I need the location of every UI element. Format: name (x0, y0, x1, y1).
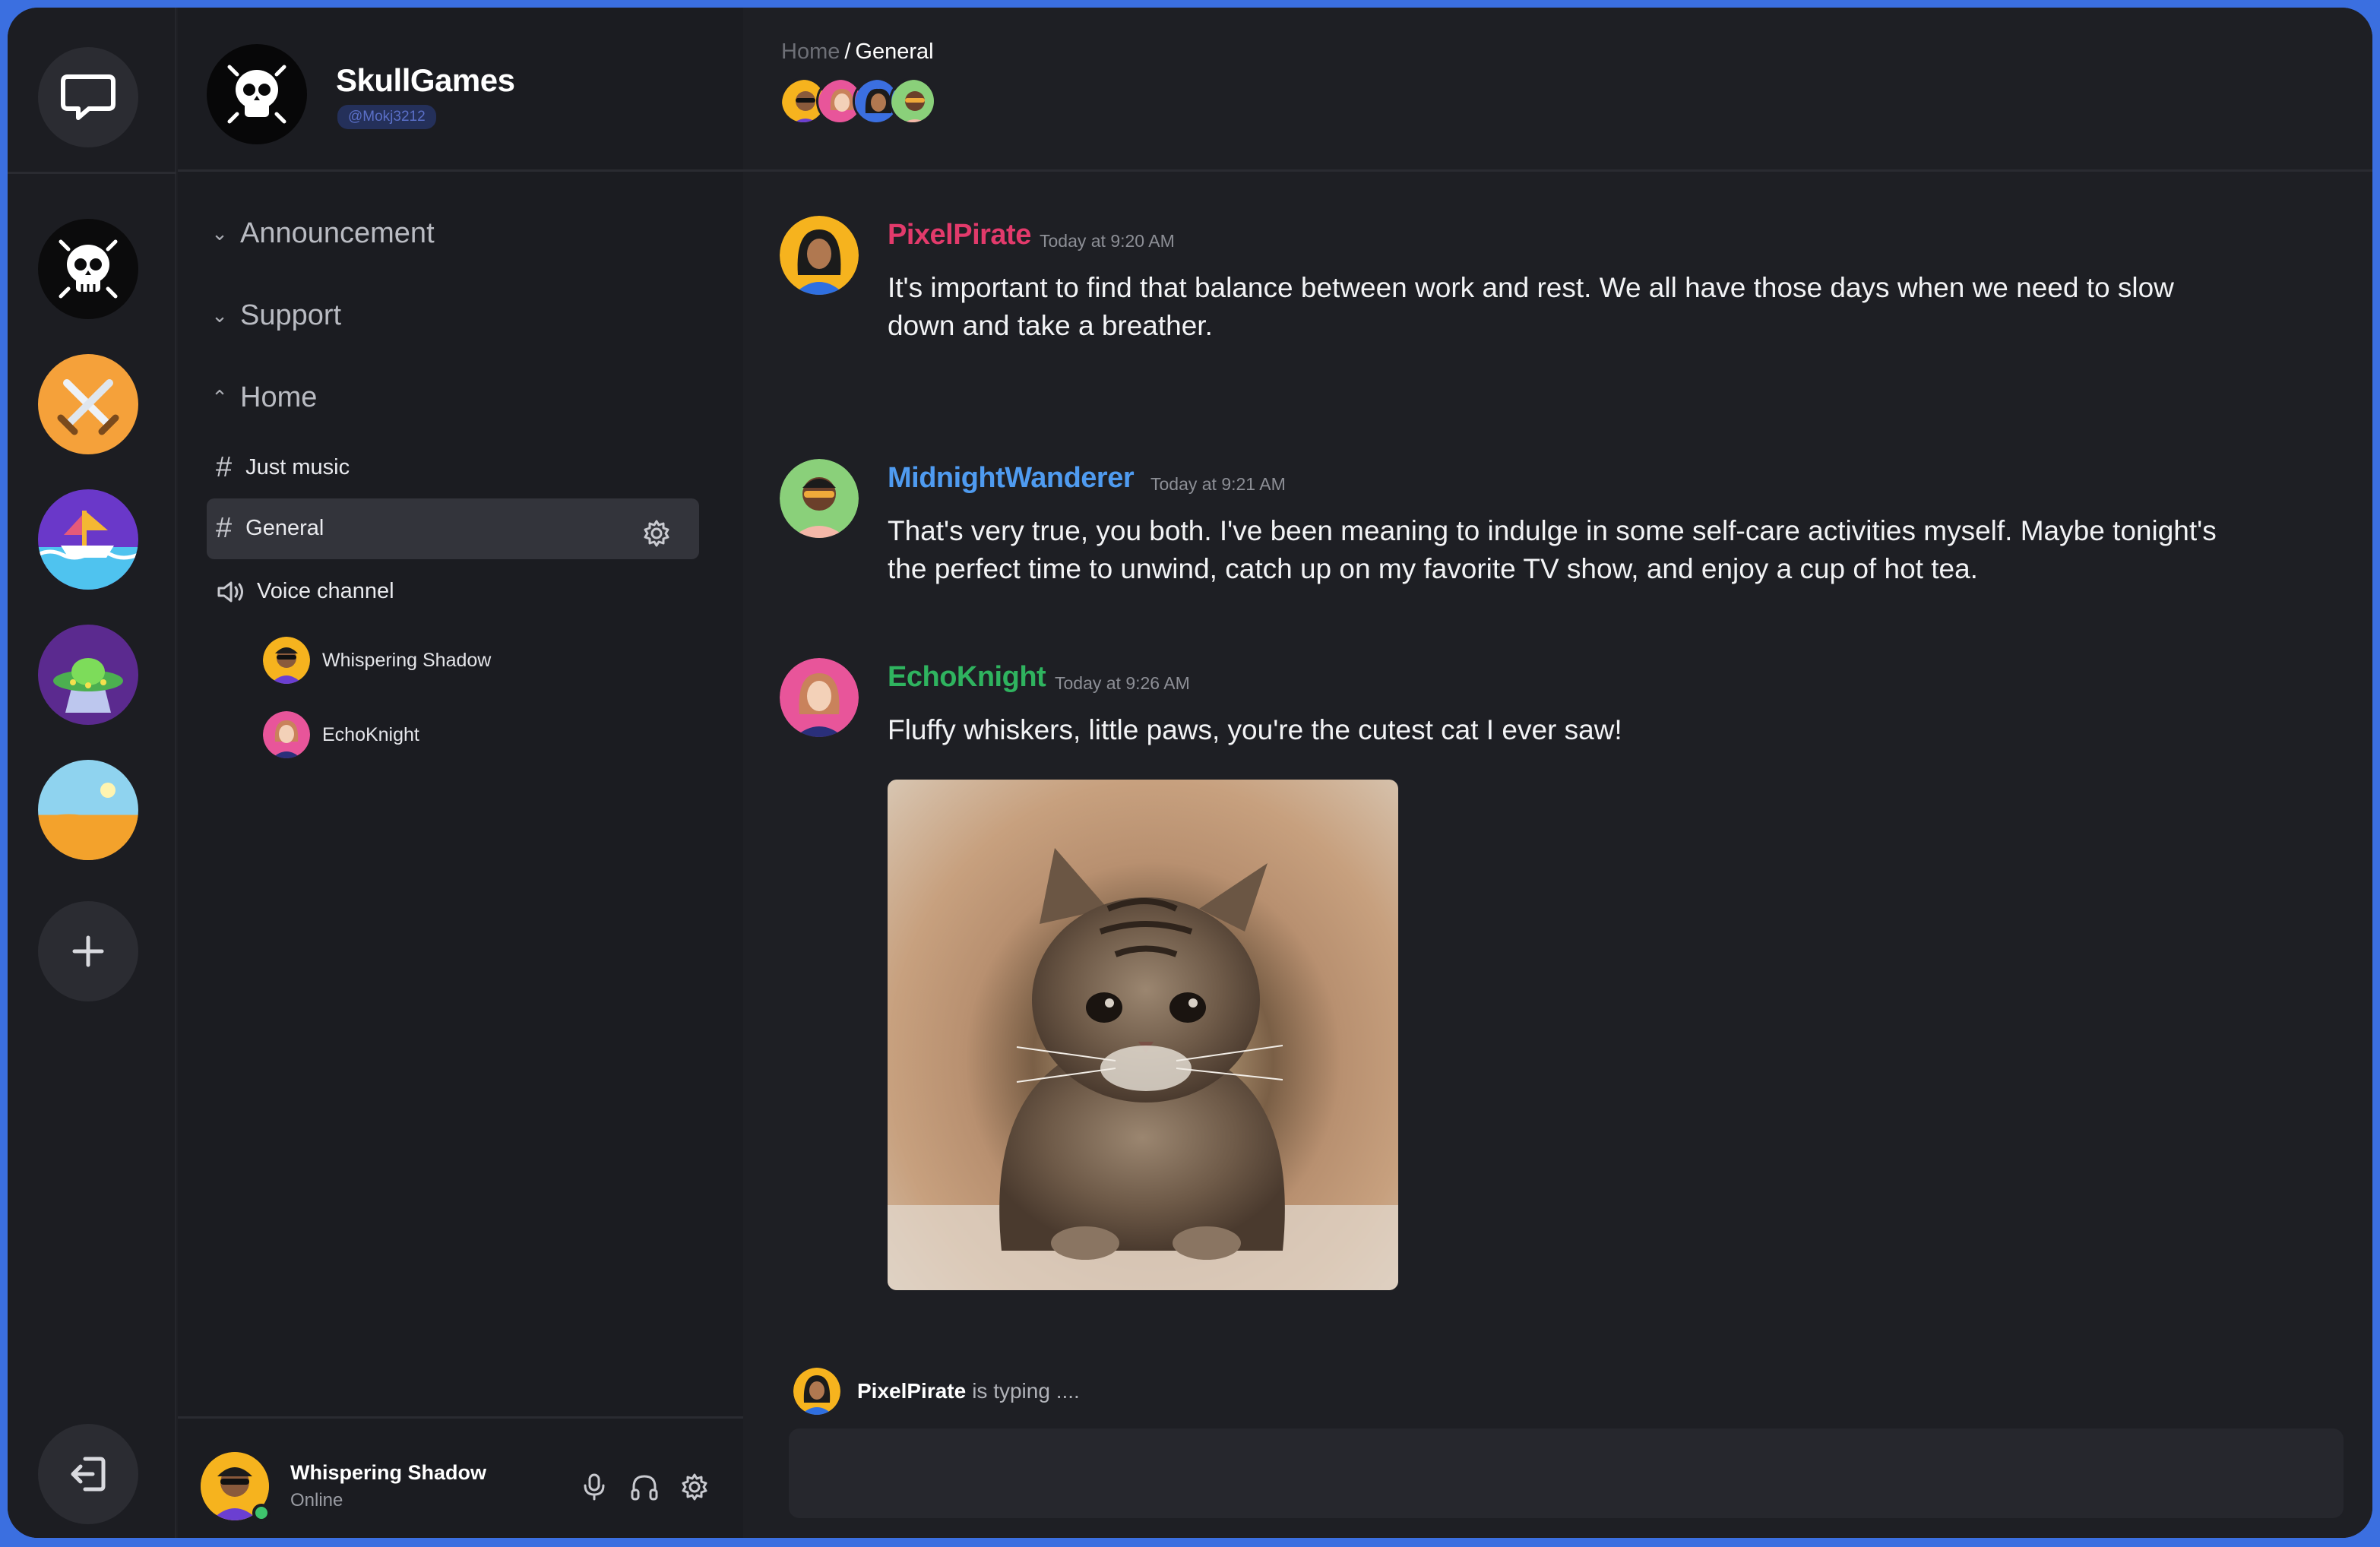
skull-icon (227, 65, 286, 124)
category-label: Home (240, 381, 318, 413)
channel-label: Just music (245, 455, 350, 479)
microphone-icon (584, 1473, 605, 1501)
message-author[interactable]: PixelPirate (888, 219, 1031, 252)
user-panel: Whispering Shadow Online (178, 1416, 743, 1538)
hash-icon: # (216, 451, 233, 483)
voice-user-echoknight[interactable]: EchoKnight (263, 711, 419, 758)
category-home[interactable]: ⌃ Home (207, 381, 317, 414)
server-header: SkullGames @Mokj3212 (178, 8, 743, 172)
category-support[interactable]: ⌄ Support (207, 299, 341, 332)
chat-area: Home / General PixelPirate Today at 9:20… (743, 8, 2372, 1538)
server-swords[interactable] (38, 354, 138, 454)
chevron-down-icon: ⌄ (211, 304, 228, 327)
voice-user-name: EchoKnight (322, 723, 419, 745)
channel-just-music[interactable]: # Just music (216, 451, 350, 484)
server-rail (8, 8, 176, 1538)
sun-icon (38, 783, 138, 860)
channel-voice[interactable]: Voice channel (216, 579, 394, 604)
server-skullgames[interactable] (38, 219, 138, 319)
avatar[interactable] (780, 459, 859, 538)
breadcrumb-parent[interactable]: Home (781, 40, 840, 64)
message-timestamp: Today at 9:20 AM (1040, 231, 1175, 251)
ship-icon (38, 511, 138, 590)
message-timestamp: Today at 9:26 AM (1055, 673, 1190, 693)
plus-icon (72, 935, 104, 967)
server-desert[interactable] (38, 760, 138, 860)
typing-indicator: PixelPirate is typing .... (793, 1368, 1080, 1415)
breadcrumb-current: General (855, 40, 934, 64)
gear-icon (644, 520, 669, 547)
message-input[interactable] (789, 1428, 2344, 1518)
message-timestamp: Today at 9:21 AM (1150, 474, 1286, 494)
ufo-icon (53, 658, 123, 713)
message-text: It's important to find that balance betw… (888, 272, 2174, 341)
avatar (889, 78, 936, 125)
category-announcement[interactable]: ⌄ Announcement (207, 217, 435, 250)
online-status-dot (252, 1504, 271, 1522)
category-label: Support (240, 299, 342, 331)
category-label: Announcement (240, 217, 435, 249)
avatar (793, 1368, 840, 1415)
chat-header: Home / General (743, 8, 2372, 172)
voice-user-whispering-shadow[interactable]: Whispering Shadow (263, 637, 491, 684)
avatar (263, 637, 310, 684)
channel-label: Voice channel (257, 579, 394, 603)
typing-user: PixelPirate (857, 1379, 967, 1403)
crossed-swords-icon (57, 379, 119, 435)
headphones-icon (631, 1475, 658, 1501)
message-author[interactable]: MidnightWanderer (888, 462, 1135, 495)
gear-icon (682, 1473, 707, 1501)
app-window: SkullGames @Mokj3212 ⌄ Announcement ⌄ Su… (8, 8, 2372, 1538)
chevron-down-icon: ⌄ (211, 222, 228, 245)
voice-user-name: Whispering Shadow (322, 649, 492, 671)
skull-icon (59, 239, 118, 299)
server-handle-badge: @Mokj3212 (337, 105, 436, 129)
channel-panel: SkullGames @Mokj3212 ⌄ Announcement ⌄ Su… (178, 8, 743, 1538)
breadcrumb: Home / General (781, 40, 934, 65)
avatar[interactable] (780, 216, 859, 295)
typing-text: is typing .... (972, 1379, 1080, 1403)
kitten-illustration (888, 848, 1398, 1290)
server-ship[interactable] (38, 489, 138, 590)
chat-bubble-icon (61, 74, 116, 120)
server-avatar (207, 44, 307, 144)
server-name: SkullGames (336, 62, 515, 98)
logout-button[interactable] (38, 1424, 138, 1524)
avatar[interactable] (780, 658, 859, 737)
hash-icon: # (216, 512, 233, 544)
speaker-icon (217, 581, 243, 602)
message-author[interactable]: EchoKnight (888, 661, 1046, 694)
microphone-button[interactable] (579, 1472, 609, 1502)
rail-divider (8, 172, 176, 174)
headphones-button[interactable] (629, 1472, 660, 1502)
breadcrumb-separator: / (844, 40, 851, 64)
message-text: Fluffy whiskers, little paws, you're the… (888, 714, 1622, 745)
user-status: Online (290, 1490, 343, 1511)
chevron-up-icon: ⌃ (211, 386, 228, 409)
channel-label: General (245, 516, 324, 540)
logout-icon (71, 1457, 106, 1492)
avatar (263, 711, 310, 758)
message-text: That's very true, you both. I've been me… (888, 515, 2217, 584)
channel-settings-button[interactable] (641, 518, 672, 549)
user-settings-button[interactable] (679, 1472, 710, 1502)
kitten-image[interactable] (888, 780, 1398, 1290)
messages-button[interactable] (38, 47, 138, 147)
add-server-button[interactable] (38, 901, 138, 1001)
server-ufo[interactable] (38, 625, 138, 725)
user-name: Whispering Shadow (290, 1461, 487, 1484)
channel-general[interactable]: # General (216, 512, 324, 545)
